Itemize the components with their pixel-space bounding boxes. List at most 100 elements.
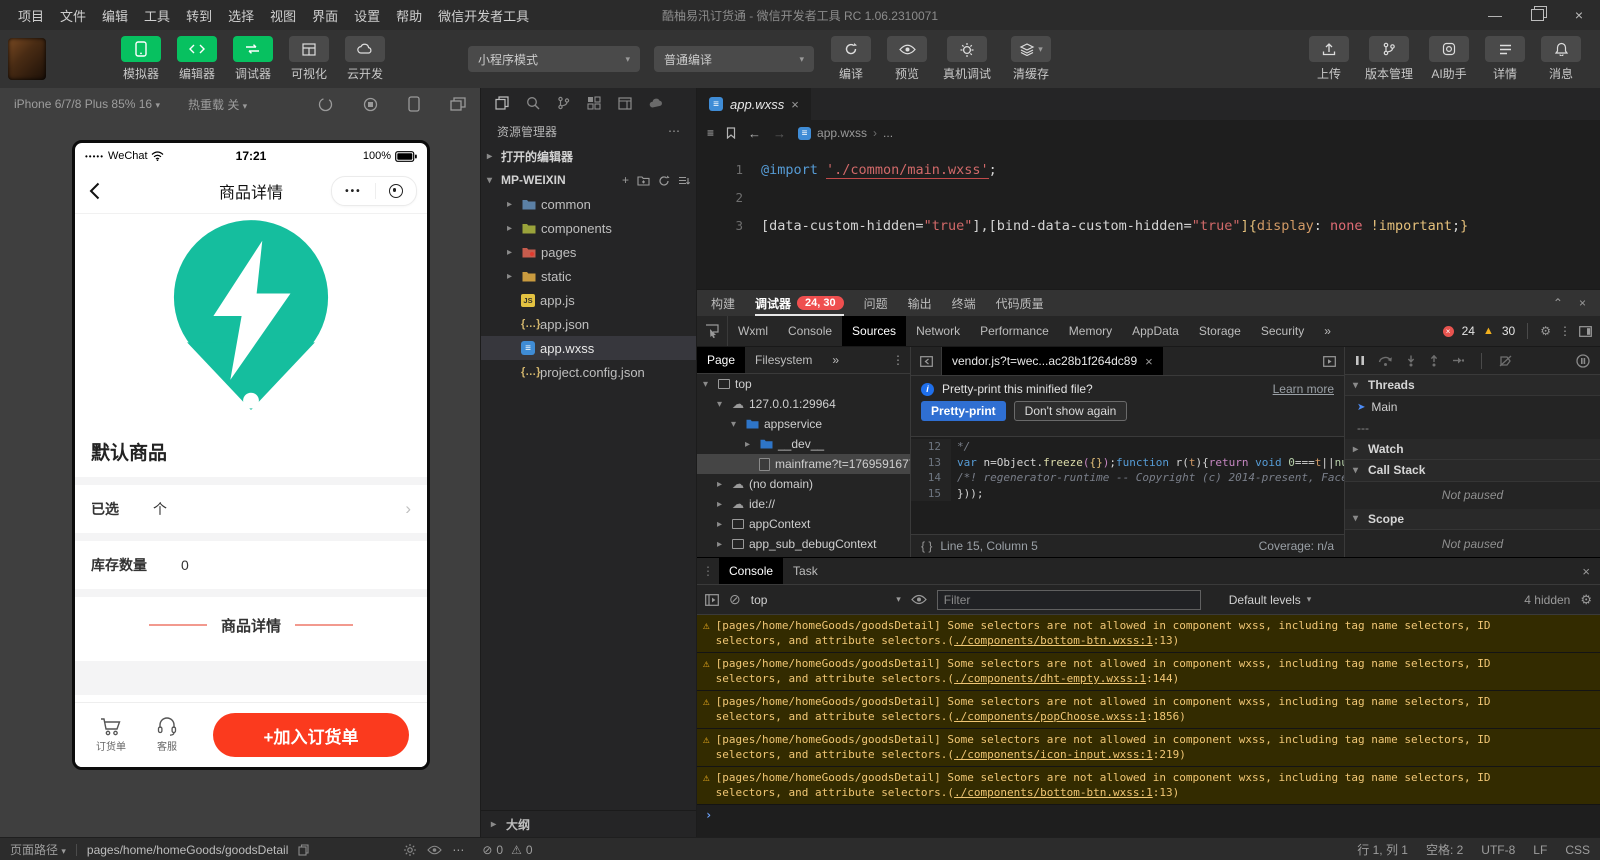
debugger-toggle-button[interactable]: 调试器 <box>228 36 278 82</box>
devtab-wxml[interactable]: Wxml <box>728 316 778 346</box>
tree-appservice[interactable]: ▾ appservice <box>697 414 910 434</box>
clear-console-icon[interactable]: ⊘ <box>729 591 741 608</box>
settings-gear-icon[interactable]: ⚙ <box>1540 324 1551 338</box>
source-link[interactable]: ./components/bottom-btn.wxss:1 <box>954 634 1153 647</box>
hidden-count[interactable]: 4 hidden <box>1524 593 1570 607</box>
simulator-toggle-button[interactable]: 模拟器 <box>116 36 166 82</box>
close-tab-icon[interactable]: × <box>1145 354 1153 369</box>
filter-input[interactable] <box>936 589 1201 610</box>
bookmark-icon[interactable] <box>726 127 736 139</box>
step-out-icon[interactable] <box>1429 354 1439 367</box>
tab-console[interactable]: Console <box>719 558 784 584</box>
project-avatar[interactable] <box>8 38 46 80</box>
dont-show-again-button[interactable]: Don't show again <box>1013 401 1128 421</box>
problem-counts[interactable]: ⊘ 0 ⚠ 0 <box>482 843 532 857</box>
step-into-icon[interactable] <box>1406 355 1416 367</box>
context-select[interactable]: top ▾ <box>751 593 901 607</box>
tree-file-appjson[interactable]: {…} app.json <box>481 312 696 336</box>
watch-page-eye-icon[interactable] <box>427 845 443 855</box>
close-tab-icon[interactable]: × <box>791 97 799 112</box>
thread-main[interactable]: ➤ Main <box>1345 396 1600 417</box>
back-icon[interactable] <box>89 182 100 200</box>
customer-service-button[interactable]: 客服 <box>139 717 195 753</box>
tree-folder-components[interactable]: ▸ components <box>481 216 696 240</box>
new-file-icon[interactable]: + <box>622 173 629 187</box>
code-editor[interactable]: 1 @import './common/main.wxss'; 2 3 [data-… <box>697 146 1600 289</box>
scope-section[interactable]: ▾ Scope <box>1345 508 1600 530</box>
tree-folder-pages[interactable]: ▸ pages <box>481 240 696 264</box>
selected-row[interactable]: 已选 个 › <box>75 485 427 533</box>
hot-reload-select[interactable]: 热重载 关 ▾ <box>188 96 247 113</box>
step-over-icon[interactable] <box>1378 355 1393 367</box>
call-stack-section[interactable]: ▾ Call Stack <box>1345 460 1600 482</box>
tree-app-sub-debugcontext[interactable]: ▸ app_sub_debugContext <box>697 534 910 554</box>
tree-appcontext[interactable]: ▸ appContext <box>697 514 910 534</box>
error-count-icon[interactable]: × <box>1442 325 1454 337</box>
devtab-security[interactable]: Security <box>1251 316 1314 346</box>
tree-top[interactable]: ▾ top <box>697 374 910 394</box>
nav-back-icon[interactable]: ← <box>748 126 761 141</box>
copy-path-icon[interactable] <box>298 843 309 856</box>
kebab-menu-icon[interactable]: ⋮ <box>892 353 910 367</box>
project-section[interactable]: ▾ MP-WEIXIN + <box>481 168 696 192</box>
mode-select[interactable]: 小程序模式 ▾ <box>468 46 640 72</box>
devtab-sources[interactable]: Sources <box>842 316 907 346</box>
pause-overlay-icon[interactable] <box>1323 355 1344 367</box>
tree-dev[interactable]: ▸ __dev__ <box>697 434 910 454</box>
pause-icon[interactable] <box>1355 355 1365 366</box>
refresh-icon[interactable] <box>658 175 670 187</box>
version-control-button[interactable]: 版本管理 <box>1360 36 1418 82</box>
warning-count-icon[interactable]: ▲ <box>1483 325 1494 337</box>
menu-item[interactable]: 文件 <box>52 6 94 25</box>
menu-item[interactable]: 选择 <box>220 6 262 25</box>
tab-page[interactable]: Page <box>697 347 746 373</box>
rotate-icon[interactable] <box>318 97 333 112</box>
tab-filesystem[interactable]: Filesystem <box>745 347 822 373</box>
explorer-more-icon[interactable]: ⋯ <box>668 124 680 138</box>
devtab-console[interactable]: Console <box>778 316 842 346</box>
device-select[interactable]: iPhone 6/7/8 Plus 85% 16 ▾ <box>14 97 160 111</box>
page-path-select[interactable]: 页面路径 ▾ <box>10 841 66 858</box>
encoding[interactable]: UTF-8 <box>1481 843 1515 857</box>
navigator-overflow-icon[interactable]: » <box>822 347 849 373</box>
messages-button[interactable]: 消息 <box>1536 36 1586 82</box>
visual-toggle-button[interactable]: 可视化 <box>284 36 334 82</box>
open-editors-section[interactable]: ▸ 打开的编辑器 <box>481 144 696 168</box>
preview-button[interactable]: 预览 <box>882 36 932 82</box>
source-link[interactable]: ./components/popChoose.wxss:1 <box>954 710 1146 723</box>
tab-app-wxss[interactable]: ≡ app.wxss × <box>697 88 811 120</box>
search-icon[interactable] <box>526 96 540 110</box>
files-icon[interactable] <box>495 96 509 110</box>
language-mode[interactable]: CSS <box>1565 843 1590 857</box>
editor-toggle-button[interactable]: 编辑器 <box>172 36 222 82</box>
menu-item[interactable]: 视图 <box>262 6 304 25</box>
device-debug-button[interactable]: 真机调试 <box>938 36 996 82</box>
learn-more-link[interactable]: Learn more <box>1273 382 1334 396</box>
devtab-network[interactable]: Network <box>906 316 970 346</box>
menu-item[interactable]: 设置 <box>346 6 388 25</box>
more-actions-icon[interactable]: ⋯ <box>452 843 464 857</box>
restore-button[interactable] <box>1516 0 1558 30</box>
braces-icon[interactable]: { } <box>921 539 932 553</box>
tab-output[interactable]: 输出 <box>908 290 932 316</box>
ai-assistant-button[interactable]: AI助手 <box>1424 36 1474 82</box>
extensions-icon[interactable] <box>587 96 601 110</box>
watch-section[interactable]: ▸ Watch <box>1345 438 1600 461</box>
eol[interactable]: LF <box>1533 843 1547 857</box>
source-link[interactable]: ./components/icon-input.wxss:1 <box>954 748 1153 761</box>
outline-list-icon[interactable]: ≡ <box>707 126 714 140</box>
tree-file-appjs[interactable]: JS app.js <box>481 288 696 312</box>
cursor-position[interactable]: 行 1, 列 1 <box>1357 841 1408 858</box>
compile-button[interactable]: 编译 <box>826 36 876 82</box>
drawer-kebab-icon[interactable]: ⋮ <box>697 564 719 578</box>
menu-item[interactable]: 转到 <box>178 6 220 25</box>
tab-code-quality[interactable]: 代码质量 <box>996 290 1044 316</box>
tab-debugger[interactable]: 调试器 24, 30 <box>755 290 844 316</box>
breadcrumb[interactable]: ≡ app.wxss › ... <box>798 126 893 140</box>
log-levels-select[interactable]: Default levels ▾ <box>1229 593 1312 607</box>
tab-build[interactable]: 构建 <box>711 290 735 316</box>
tree-mainframe[interactable]: mainframe?t=1769591677 <box>697 454 910 474</box>
record-icon[interactable] <box>363 97 378 112</box>
deactivate-breakpoints-icon[interactable] <box>1499 355 1512 367</box>
tree-folder-static[interactable]: ▸ static <box>481 264 696 288</box>
